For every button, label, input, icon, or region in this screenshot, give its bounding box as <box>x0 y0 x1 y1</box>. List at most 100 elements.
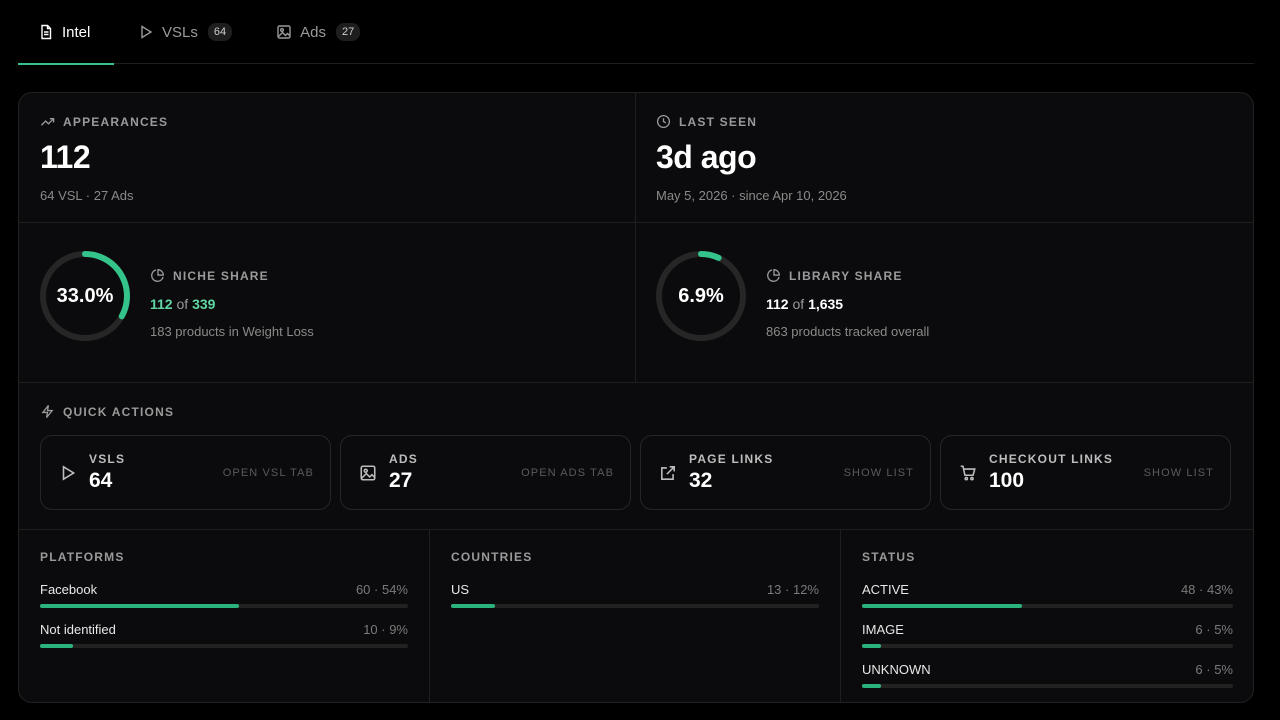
niche-share-count: 112 <box>150 296 173 312</box>
list-item: IMAGE 6 · 5% <box>862 622 1233 648</box>
tab-vsls[interactable]: VSLs 64 <box>118 0 252 64</box>
bar-fill <box>40 644 74 648</box>
library-share-label-row: LIBRARY SHARE <box>766 268 929 283</box>
intel-panel: APPEARANCES 112 64 VSL · 27 Ads LAST SEE… <box>18 92 1254 703</box>
open-ads-tab-link[interactable]: OPEN ADS TAB <box>521 467 614 479</box>
library-share-count: 112 <box>766 296 789 312</box>
niche-share-label: NICHE SHARE <box>173 268 269 283</box>
library-share-info: LIBRARY SHARE 112 of 1,635 863 products … <box>766 268 930 340</box>
niche-share-info: NICHE SHARE 112 of 339 183 products in W… <box>150 268 314 340</box>
niche-share-total: 339 <box>192 296 216 312</box>
quick-actions-label-row: QUICK ACTIONS <box>40 404 174 419</box>
pie-chart-icon <box>151 269 164 282</box>
niche-share-of: of <box>176 296 189 312</box>
tab-ads[interactable]: Ads 27 <box>256 0 380 64</box>
quick-action-page-links[interactable]: PAGE LINKS 32 SHOW LIST <box>640 435 931 510</box>
library-share-ring: 6.9% <box>655 250 747 342</box>
appearances-sub: 64 VSL · 27 Ads <box>40 188 134 203</box>
countries-column: COUNTRIES US 13 · 12% <box>430 529 840 702</box>
last-seen-label: LAST SEEN <box>679 114 758 129</box>
appearances-label: APPEARANCES <box>63 114 169 129</box>
quick-actions-label: QUICK ACTIONS <box>63 404 175 419</box>
quick-action-label: ADS <box>389 452 418 466</box>
quick-action-label: PAGE LINKS <box>689 452 774 466</box>
niche-share-label-row: NICHE SHARE <box>150 268 314 283</box>
cart-icon <box>960 464 976 481</box>
status-label: STATUS <box>862 550 916 564</box>
niche-share-line: 112 of 339 <box>150 296 314 312</box>
bar-track <box>40 604 408 608</box>
show-checkout-links-list[interactable]: SHOW LIST <box>1144 467 1214 479</box>
show-page-links-list[interactable]: SHOW LIST <box>844 467 914 479</box>
bar-track <box>451 604 819 608</box>
last-seen-value: 3d ago <box>656 139 757 175</box>
open-vsl-tab-link[interactable]: OPEN VSL TAB <box>223 467 314 479</box>
library-share-total: 1,635 <box>808 296 844 312</box>
tab-intel[interactable]: Intel <box>18 0 114 65</box>
bar-track <box>862 604 1233 608</box>
bar-fill <box>862 644 881 648</box>
tab-vsls-label: VSLs <box>162 23 198 41</box>
tab-bar: Intel VSLs 64 Ads 27 <box>18 0 1254 65</box>
pie-chart-icon <box>767 269 780 282</box>
tab-vsls-count: 64 <box>207 23 233 41</box>
row-value: 13 · 12% <box>766 582 819 597</box>
niche-share-desc: 183 products in Weight Loss <box>150 324 314 339</box>
row-name: UNKNOWN <box>862 662 931 677</box>
platforms-column: PLATFORMS Facebook 60 · 54% Not identifie… <box>19 529 429 702</box>
quick-action-value: 64 <box>89 469 113 492</box>
last-seen-label-row: LAST SEEN <box>656 114 847 129</box>
image-icon <box>360 464 376 481</box>
bar-track <box>862 684 1233 688</box>
bar-fill <box>862 684 881 688</box>
library-share-label: LIBRARY SHARE <box>789 268 903 283</box>
external-link-icon <box>661 465 675 480</box>
bar-track <box>40 644 408 648</box>
row-value: 6 · 5% <box>1195 662 1233 677</box>
quick-action-value: 100 <box>989 469 1025 492</box>
divider <box>19 382 1253 383</box>
bar-track <box>862 644 1233 648</box>
quick-action-text: PAGE LINKS 32 <box>689 452 773 493</box>
library-share-percent: 6.9% <box>678 284 724 307</box>
tab-ads-label: Ads <box>300 23 326 41</box>
library-share-desc: 863 products tracked overall <box>766 324 930 339</box>
row-name: ACTIVE <box>862 582 909 597</box>
tab-intel-label: Intel <box>62 23 91 41</box>
bar-fill <box>451 604 496 608</box>
quick-action-value: 32 <box>689 469 713 492</box>
quick-action-text: VSLS 64 <box>89 452 125 493</box>
quick-action-label: CHECKOUT LINKS <box>989 452 1114 466</box>
list-item: Facebook 60 · 54% <box>40 582 408 608</box>
document-icon <box>41 24 52 40</box>
quick-action-vsls[interactable]: VSLS 64 OPEN VSL TAB <box>40 435 331 510</box>
row-name: US <box>451 582 470 597</box>
quick-action-ads[interactable]: ADS 27 OPEN ADS TAB <box>340 435 631 510</box>
library-share-line: 112 of 1,635 <box>766 296 929 312</box>
countries-label: COUNTRIES <box>451 550 533 564</box>
clock-icon <box>656 114 671 129</box>
appearances-value: 112 <box>40 139 91 175</box>
last-seen-sub: May 5, 2026 · since Apr 10, 2026 <box>656 188 847 203</box>
divider <box>19 222 1253 223</box>
trending-up-icon <box>40 118 55 126</box>
tab-ads-count: 27 <box>335 23 361 41</box>
divider <box>635 93 636 383</box>
list-item: UNKNOWN 6 · 5% <box>862 662 1233 688</box>
niche-share-ring: 33.0% <box>39 250 131 342</box>
row-name: Facebook <box>40 582 98 597</box>
list-item: US 13 · 12% <box>451 582 819 608</box>
quick-action-checkout-links[interactable]: CHECKOUT LINKS 100 SHOW LIST <box>940 435 1231 510</box>
appearances-label-row: APPEARANCES <box>40 114 168 129</box>
last-seen-card: LAST SEEN 3d ago May 5, 2026 · since Apr… <box>656 114 847 204</box>
quick-action-text: ADS 27 <box>389 452 418 493</box>
row-value: 48 · 43% <box>1180 582 1233 597</box>
quick-action-value: 27 <box>389 469 413 492</box>
quick-actions-header: QUICK ACTIONS <box>40 404 174 419</box>
platforms-label: PLATFORMS <box>40 550 125 564</box>
row-name: Not identified <box>40 622 116 637</box>
status-column: STATUS ACTIVE 48 · 43% IMAGE 6 · 5% UNKNOW… <box>841 529 1253 702</box>
bar-fill <box>40 604 239 608</box>
row-value: 10 · 9% <box>363 622 408 637</box>
row-value: 60 · 54% <box>355 582 408 597</box>
